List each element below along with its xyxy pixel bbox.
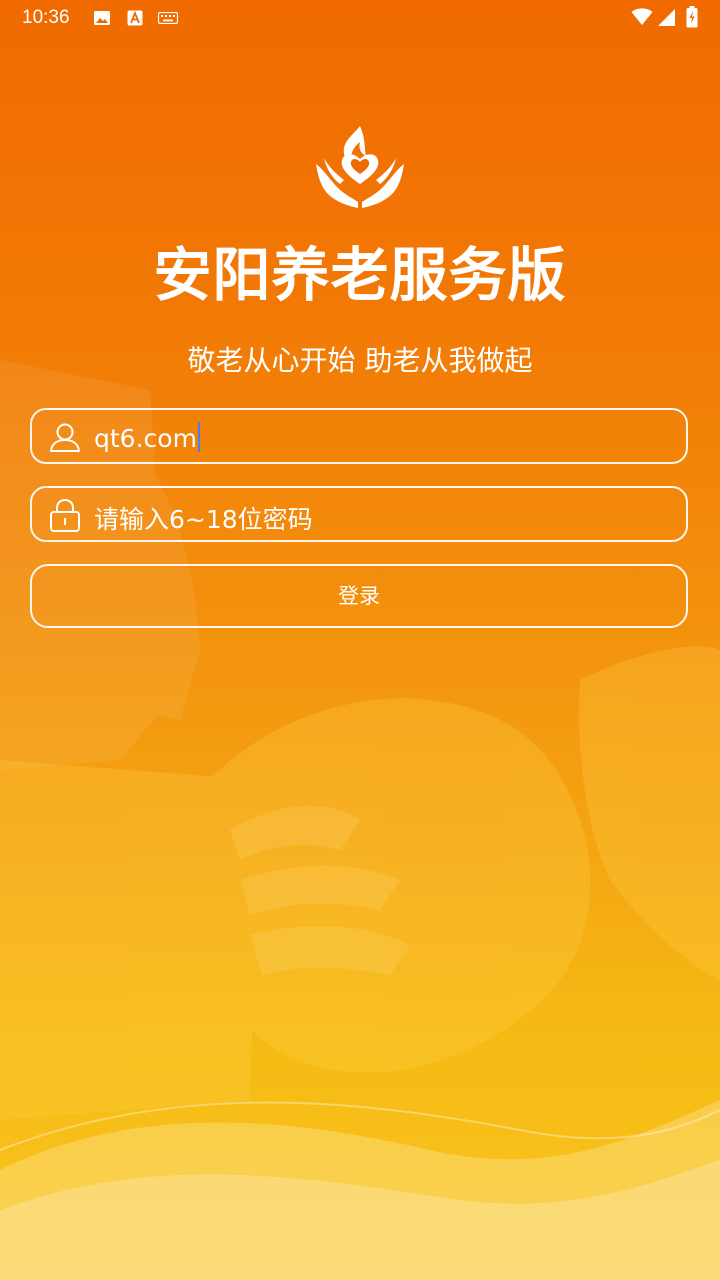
keyboard-icon: [158, 12, 178, 24]
username-value: qt6.com: [94, 424, 197, 453]
login-button[interactable]: 登录: [30, 564, 688, 628]
status-bar: 10:36: [0, 0, 720, 36]
heart-hands-logo-icon: [316, 126, 404, 208]
username-field[interactable]: qt6.com: [30, 408, 688, 464]
user-icon: [50, 423, 80, 452]
password-input[interactable]: 请输入6~18位密码: [94, 500, 313, 536]
password-field[interactable]: 请输入6~18位密码: [30, 486, 688, 542]
text-cursor: [197, 422, 200, 452]
wifi-icon: [631, 8, 653, 25]
signal-icon: [658, 9, 675, 26]
a-badge-icon: [127, 10, 143, 26]
battery-charging-icon: [686, 6, 698, 28]
lock-icon: [50, 498, 80, 532]
app-slogan: 敬老从心开始 助老从我做起: [187, 344, 533, 377]
login-screen: 10:36 安阳养老服务版 敬老从心开始 助老从我做起 qt6.com 请输入6…: [0, 0, 720, 1280]
app-title: 安阳养老服务版: [153, 241, 567, 309]
username-input[interactable]: qt6.com: [94, 422, 200, 453]
status-time: 10:36: [22, 7, 70, 28]
image-icon: [94, 11, 110, 25]
